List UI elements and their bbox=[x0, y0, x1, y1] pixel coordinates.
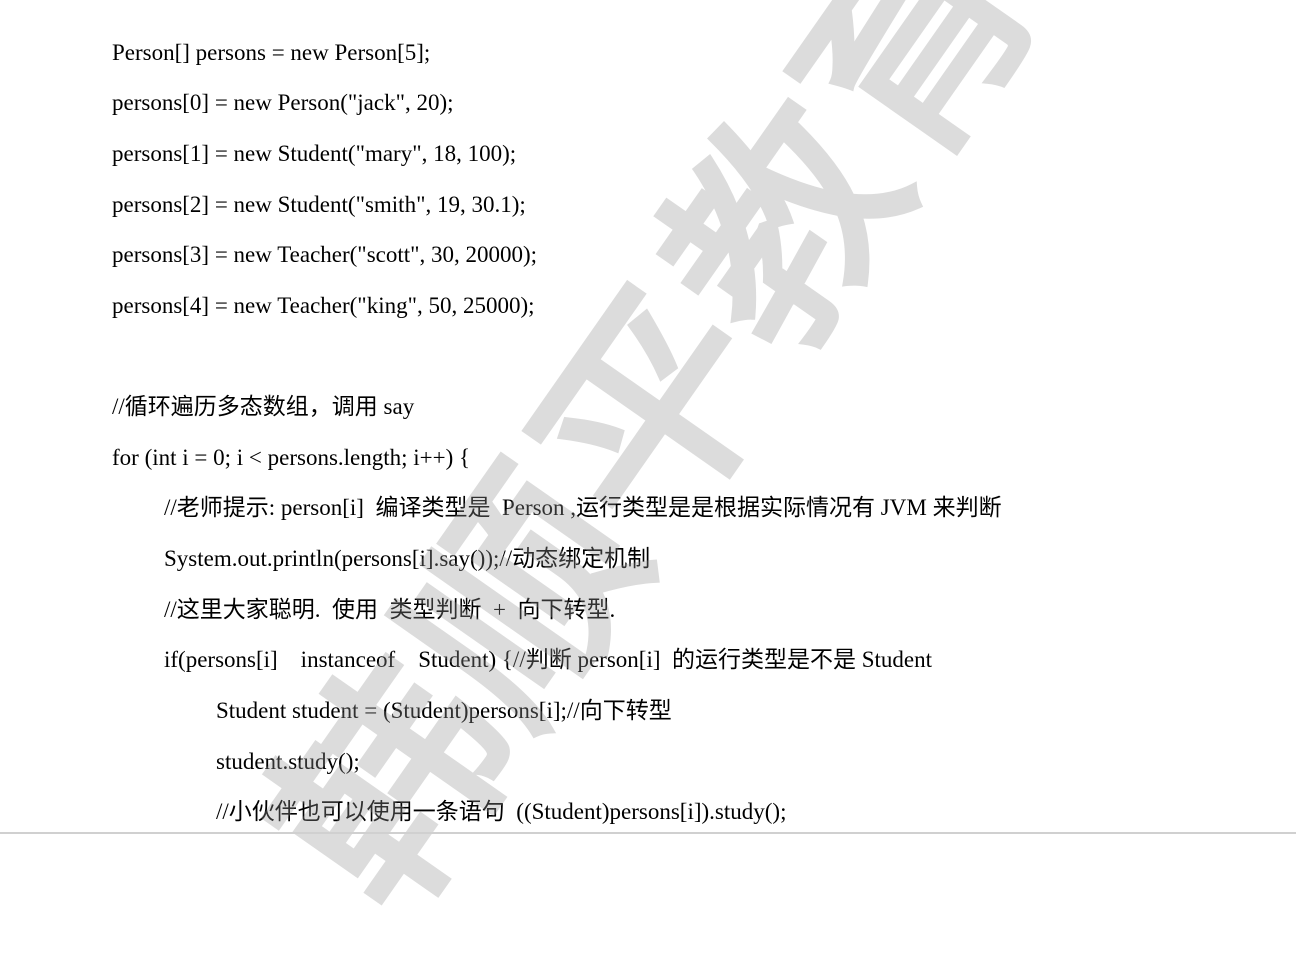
code-line-persons-0: persons[0] = new Person("jack", 20); bbox=[112, 90, 454, 115]
code-comment-loop: //循环遍历多态数组，调用 say bbox=[112, 394, 415, 419]
code-line-persons-1: persons[1] = new Student("mary", 18, 100… bbox=[112, 141, 517, 166]
code-line-instanceof-check: if(persons[i] instanceof Student) {//判断 … bbox=[164, 647, 933, 672]
code-block: Person[] persons = new Person[5]; person… bbox=[0, 0, 1296, 834]
code-line-array-declaration: Person[] persons = new Person[5]; bbox=[112, 40, 431, 65]
document-page: Person[] persons = new Person[5]; person… bbox=[0, 0, 1296, 952]
code-comment-teacher-hint: //老师提示: person[i] 编译类型是 Person ,运行类型是是根据… bbox=[164, 495, 1002, 520]
code-line-study-call: student.study(); bbox=[216, 749, 360, 774]
code-comment-type-check: //这里大家聪明. 使用 类型判断 + 向下转型. bbox=[164, 597, 616, 622]
code-line-persons-2: persons[2] = new Student("smith", 19, 30… bbox=[112, 192, 526, 217]
code-line-persons-3: persons[3] = new Teacher("scott", 30, 20… bbox=[112, 242, 538, 267]
code-comment-one-statement: //小伙伴也可以使用一条语句 ((Student)persons[i]).stu… bbox=[216, 799, 787, 824]
code-line-for-loop: for (int i = 0; i < persons.length; i++)… bbox=[112, 445, 471, 470]
code-line-persons-4: persons[4] = new Teacher("king", 50, 250… bbox=[112, 293, 535, 318]
code-line-println-say: System.out.println(persons[i].say());//动… bbox=[164, 546, 651, 571]
code-line-downcast: Student student = (Student)persons[i];//… bbox=[216, 698, 672, 723]
